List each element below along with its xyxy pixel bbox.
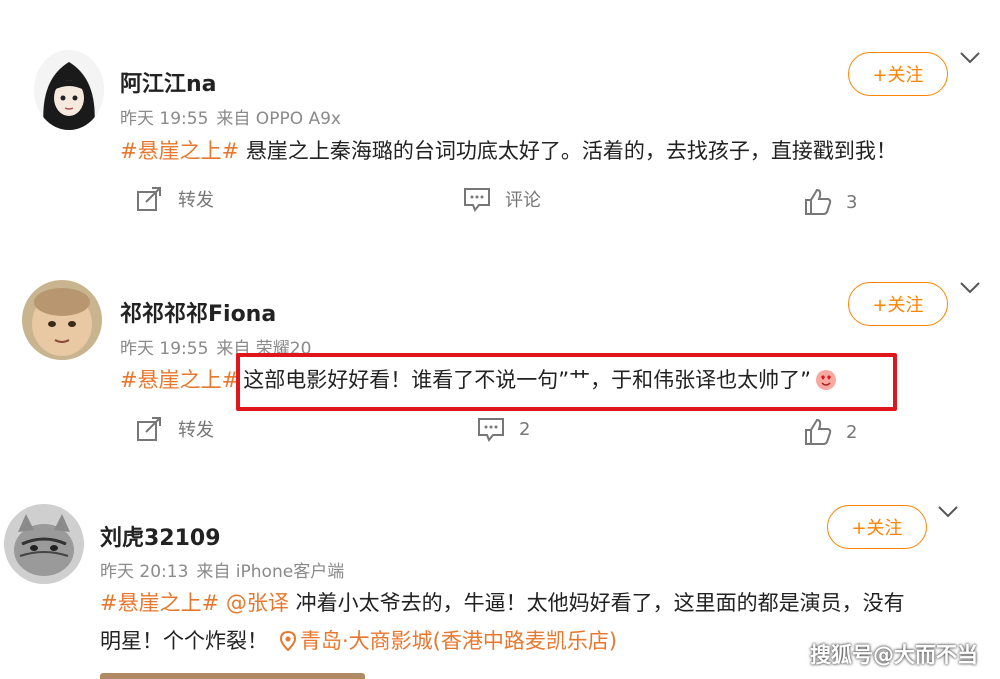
repost-button[interactable]: 转发 (136, 416, 214, 442)
repost-icon (137, 187, 161, 211)
location-text: 青岛·大商影城(香港中路麦凯乐店) (300, 629, 618, 653)
post-content: #悬崖之上# 悬崖之上秦海璐的台词功底太好了。活着的，去找孩子，直接戳到我！ (120, 133, 950, 169)
comment-button[interactable]: 2 (477, 416, 530, 442)
post-source: 来自 OPPO A9x (216, 109, 341, 129)
post-text: 悬崖之上秦海璐的台词功底太好了。活着的，去找孩子，直接戳到我！ (239, 139, 897, 163)
follow-button[interactable]: +关注 (848, 52, 948, 96)
like-icon (805, 418, 832, 445)
hashtag[interactable]: #悬崖之上# (100, 591, 219, 615)
like-button[interactable]: 2 (804, 418, 857, 446)
follow-button[interactable]: +关注 (827, 505, 927, 549)
chevron-down-icon[interactable] (958, 50, 982, 66)
avatar[interactable] (22, 280, 102, 360)
repost-button[interactable]: 转发 (136, 186, 214, 212)
post-text-line1: 冲着小太爷去的，牛逼！太他妈好看了，这里面的都是演员，没有 (288, 591, 905, 615)
highlight-box (236, 353, 897, 411)
comment-count: 2 (519, 418, 531, 440)
location-link[interactable]: 青岛·大商影城(香港中路麦凯乐店) (279, 629, 618, 653)
avatar[interactable] (34, 50, 104, 130)
post-text-line2: 明星！个个炸裂！ (100, 629, 268, 653)
hashtag[interactable]: #悬崖之上# (120, 139, 239, 163)
post-time: 昨天 20:13 (100, 562, 189, 582)
repost-label: 转发 (178, 420, 214, 441)
post-time: 昨天 19:55 (120, 339, 209, 359)
like-icon (805, 188, 832, 215)
post-2: 祁祁祁祁Fiona 昨天 19:55 来自 荣耀20 #悬崖之上# 这部电影好好看！… (0, 240, 1000, 480)
chevron-down-icon[interactable] (958, 280, 982, 296)
repost-label: 转发 (178, 190, 214, 211)
post-meta: 昨天 19:55 来自 OPPO A9x (120, 104, 349, 129)
chevron-down-icon[interactable] (936, 504, 960, 520)
comment-label: 评论 (505, 190, 541, 211)
like-count: 3 (846, 191, 858, 213)
location-pin-icon (279, 630, 297, 652)
comment-icon (464, 188, 490, 212)
username[interactable]: 祁祁祁祁Fiona (120, 296, 276, 328)
hashtag[interactable]: #悬崖之上# (120, 368, 239, 392)
image-thumbnail-edge (100, 673, 365, 679)
repost-icon (137, 417, 161, 441)
like-button[interactable]: 3 (804, 188, 857, 216)
post-source: 来自 iPhone客户端 (196, 562, 345, 582)
username[interactable]: 阿江江na (120, 66, 217, 98)
post-time: 昨天 19:55 (120, 109, 209, 129)
avatar[interactable] (4, 504, 84, 584)
watermark: 搜狐号@大而不当 (810, 643, 978, 667)
post-meta: 昨天 20:13 来自 iPhone客户端 (100, 557, 352, 582)
mention-link[interactable]: @张译 (226, 591, 289, 615)
username[interactable]: 刘虎32109 (100, 520, 221, 552)
follow-button[interactable]: +关注 (848, 282, 948, 326)
like-count: 2 (846, 421, 858, 443)
comment-button[interactable]: 评论 (463, 186, 541, 212)
comment-icon (478, 418, 504, 442)
post-1: 阿江江na 昨天 19:55 来自 OPPO A9x #悬崖之上# 悬崖之上秦海璐… (0, 0, 1000, 240)
